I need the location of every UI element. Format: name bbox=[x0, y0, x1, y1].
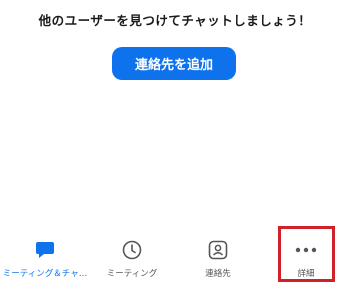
tab-label: ミーティング＆チャ… bbox=[2, 269, 88, 279]
empty-state-message: 他のユーザーを見つけてチャットしましょう！ bbox=[38, 13, 312, 28]
chat-bubble-icon bbox=[34, 239, 56, 261]
add-contact-button[interactable]: 連絡先を追加 bbox=[112, 47, 236, 80]
tab-meetings-chat[interactable]: ミーティング＆チャ… bbox=[0, 229, 90, 290]
tab-contacts[interactable]: 連絡先 bbox=[178, 229, 258, 290]
highlight-box-more-tab bbox=[278, 226, 335, 282]
chat-empty-screen: 他のユーザーを見つけてチャットしましょう！ 連絡先を追加 ミーティング＆チャ… … bbox=[0, 0, 350, 290]
contact-card-icon bbox=[207, 239, 229, 261]
tab-label: ミーティング bbox=[106, 269, 158, 279]
tab-label: 連絡先 bbox=[205, 269, 231, 279]
clock-icon bbox=[121, 239, 143, 261]
tab-meetings[interactable]: ミーティング bbox=[92, 229, 172, 290]
